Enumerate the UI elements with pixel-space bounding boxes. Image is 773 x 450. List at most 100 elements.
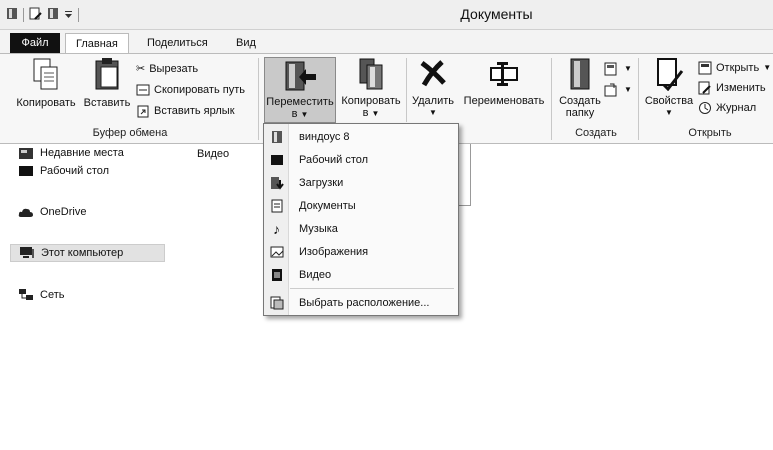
- menu-item-windows8[interactable]: виндоус 8: [264, 126, 458, 148]
- tab-home[interactable]: Главная: [65, 33, 129, 54]
- paste-label: Вставить: [83, 97, 131, 109]
- copy-to-label-2: в ▼: [340, 107, 402, 120]
- menu-item-label: виндоус 8: [299, 131, 350, 143]
- history-label: Журнал: [716, 102, 757, 114]
- cloud-icon: [18, 208, 33, 217]
- paste-shortcut-button[interactable]: Вставить ярлык: [136, 102, 235, 120]
- copy-button[interactable]: Копировать: [14, 57, 78, 109]
- move-to-suffix: в: [291, 108, 298, 120]
- navigation-pane: Недавние места Рабочий стол OneDrive Это…: [0, 144, 185, 450]
- nav-item-network[interactable]: Сеть: [18, 286, 64, 304]
- menu-item-documents[interactable]: Документы: [264, 195, 458, 217]
- group-divider: [551, 58, 552, 140]
- rename-label: Переименовать: [463, 95, 545, 107]
- desktop-icon: [270, 155, 283, 165]
- new-item-icon: [604, 62, 617, 76]
- move-to-button[interactable]: Переместить в ▼: [264, 57, 336, 123]
- paste-shortcut-label: Вставить ярлык: [154, 105, 235, 117]
- cut-label: Вырезать: [149, 63, 199, 75]
- edit-label: Изменить: [716, 82, 766, 94]
- copy-to-label: Копировать: [341, 95, 401, 107]
- copy-path-label: Скопировать путь: [154, 84, 245, 96]
- new-folder-label-2: папку: [565, 107, 595, 119]
- paste-icon: [95, 58, 119, 90]
- nav-item-label: Рабочий стол: [40, 165, 110, 177]
- scissors-icon: ✂: [136, 63, 146, 75]
- copy-path-button[interactable]: Скопировать путь: [136, 81, 245, 99]
- pictures-icon: [270, 246, 283, 258]
- organize-divider: [406, 58, 407, 122]
- network-icon: [19, 289, 33, 300]
- nav-item-label: Недавние места: [40, 147, 124, 159]
- nav-item-onedrive[interactable]: OneDrive: [18, 203, 86, 221]
- group-divider: [258, 58, 259, 140]
- menu-item-label: Видео: [299, 269, 332, 281]
- move-to-icon: [285, 61, 316, 91]
- menu-item-choose-location[interactable]: Выбрать расположение...: [264, 292, 458, 314]
- open-icon: [698, 61, 712, 75]
- delete-button[interactable]: Удалить ▼: [410, 57, 456, 119]
- nav-item-label: OneDrive: [40, 206, 87, 218]
- dropdown-arrow-icon: ▼: [624, 64, 632, 73]
- open-button[interactable]: Открыть ▼: [698, 59, 771, 77]
- properties-icon: [657, 58, 684, 91]
- create-group-label: Создать: [575, 127, 617, 139]
- edit-button[interactable]: Изменить: [698, 79, 766, 97]
- move-to-label: Переместить: [266, 96, 334, 108]
- open-group-label: Открыть: [688, 127, 732, 139]
- dropdown-arrow-icon: ▼: [300, 110, 309, 119]
- computer-icon: [20, 247, 34, 258]
- nav-item-label: Сеть: [40, 289, 65, 301]
- nav-item-desktop[interactable]: Рабочий стол: [18, 162, 109, 180]
- menu-item-label: Документы: [299, 200, 356, 212]
- list-item[interactable]: Видео: [197, 148, 229, 160]
- desktop-icon: [19, 166, 33, 176]
- copy-path-icon: [136, 84, 150, 96]
- delete-icon: [420, 60, 446, 87]
- dropdown-arrow-icon: ▼: [371, 109, 380, 118]
- dropdown-arrow-icon: ▼: [665, 108, 673, 117]
- copy-icon: [33, 58, 58, 90]
- folder-icon: [271, 131, 282, 143]
- menu-item-label: Изображения: [299, 246, 369, 258]
- paste-shortcut-icon: [137, 105, 149, 117]
- menu-item-pictures[interactable]: Изображения: [264, 241, 458, 263]
- move-to-label-2: в ▼: [265, 108, 335, 121]
- new-folder-icon: [570, 58, 590, 90]
- tab-file[interactable]: Файл: [10, 33, 60, 53]
- paste-button[interactable]: Вставить: [82, 57, 132, 109]
- tab-share[interactable]: Поделиться: [137, 33, 218, 53]
- video-icon: [271, 269, 282, 281]
- delete-label: Удалить: [412, 95, 454, 107]
- menu-item-downloads[interactable]: Загрузки: [264, 172, 458, 194]
- menu-item-label: Выбрать расположение...: [299, 297, 430, 309]
- nav-item-this-pc[interactable]: Этот компьютер: [10, 244, 165, 262]
- content-panel-edge: [459, 144, 471, 206]
- nav-item-recent[interactable]: Недавние места: [18, 144, 124, 162]
- easy-access-button[interactable]: ▼: [604, 81, 632, 99]
- new-folder-label: Создать: [559, 95, 601, 107]
- menu-item-label: Музыка: [299, 223, 338, 235]
- copy-to-button[interactable]: Копировать в ▼: [340, 57, 402, 120]
- dropdown-arrow-icon: ▼: [429, 108, 437, 117]
- new-folder-button[interactable]: Создать папку: [556, 57, 604, 119]
- music-note-icon: ♪: [273, 221, 280, 237]
- properties-label: Свойства: [644, 95, 694, 107]
- ribbon-tabs: Файл Главная Поделиться Вид: [0, 30, 773, 54]
- cut-button[interactable]: ✂ Вырезать: [136, 60, 198, 78]
- group-divider: [638, 58, 639, 140]
- downloads-icon: [270, 177, 284, 190]
- dropdown-arrow-icon: ▼: [763, 63, 772, 72]
- menu-item-desktop[interactable]: Рабочий стол: [264, 149, 458, 171]
- rename-button[interactable]: Переименовать: [460, 57, 548, 107]
- documents-icon: [271, 199, 282, 213]
- menu-item-music[interactable]: ♪ Музыка: [264, 218, 458, 240]
- move-to-menu: виндоус 8 Рабочий стол Загрузки Документ…: [263, 123, 459, 316]
- properties-button[interactable]: Свойства ▼: [642, 57, 696, 119]
- tab-view[interactable]: Вид: [226, 33, 266, 53]
- new-item-button[interactable]: ▼: [604, 60, 632, 78]
- choose-location-icon: [270, 296, 283, 310]
- edit-icon: [698, 81, 711, 95]
- menu-item-videos[interactable]: Видео: [264, 264, 458, 286]
- history-button[interactable]: Журнал: [698, 99, 756, 117]
